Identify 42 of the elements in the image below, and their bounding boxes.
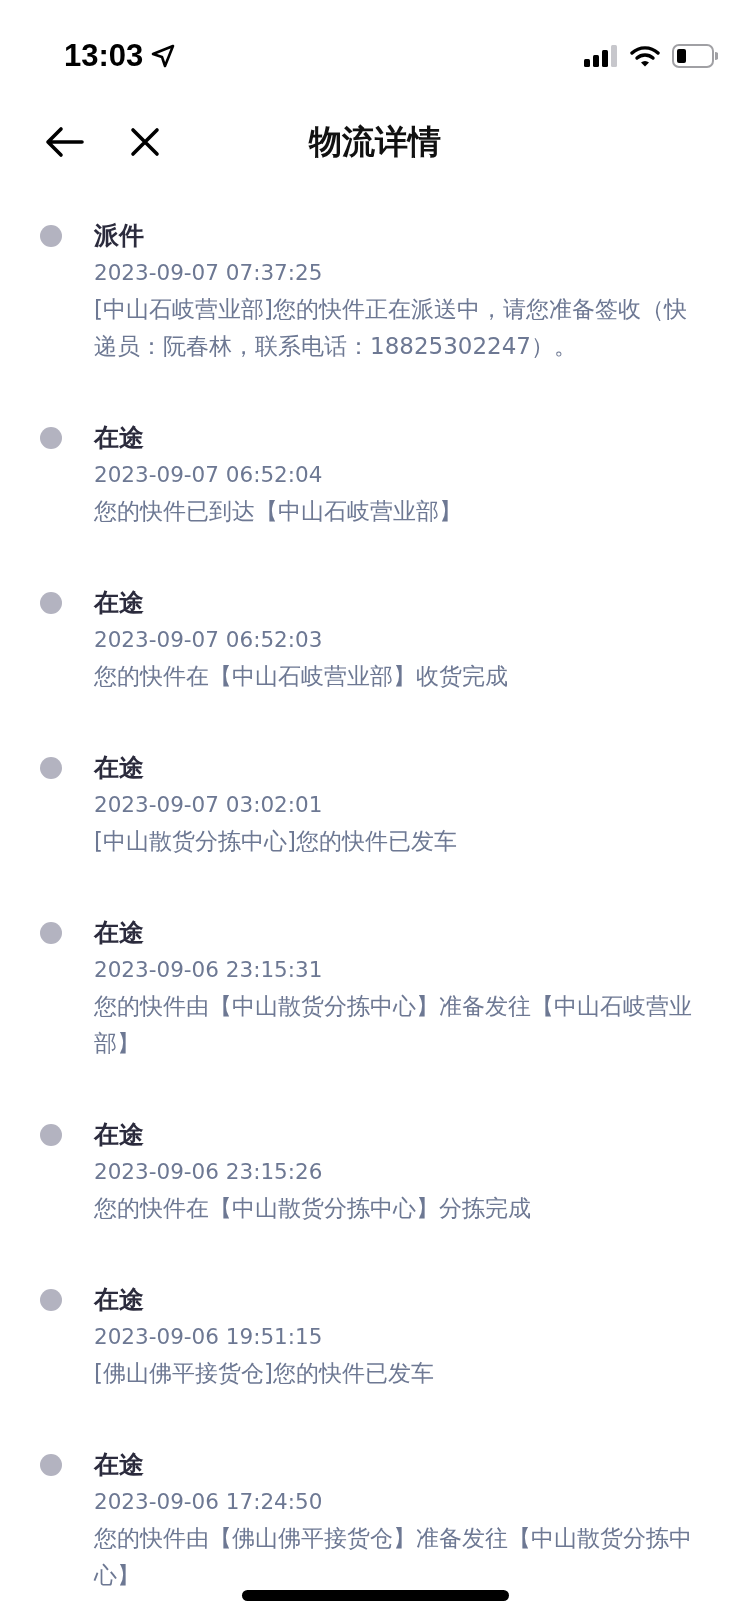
page-title: 物流详情 xyxy=(309,122,441,161)
event-detail: 您的快件在【中山散货分拣中心】分拣完成 xyxy=(94,1194,532,1223)
timeline-dot xyxy=(40,427,62,449)
status-time: 13:03 xyxy=(64,38,144,74)
event-time: 2023-09-07 03:02:01 xyxy=(94,791,324,819)
event-detail: 您的快件已到达【中山石岐营业部】 xyxy=(94,497,463,526)
close-icon xyxy=(130,127,160,157)
event-detail: 您的快件在【中山石岐营业部】收货完成 xyxy=(94,662,509,691)
back-button[interactable] xyxy=(44,126,84,158)
event-detail: 您的快件由【佛山佛平接货仓】准备发往【中山散货分拣中心】 xyxy=(94,1524,693,1590)
event-time: 2023-09-06 23:15:26 xyxy=(94,1158,324,1186)
event-time: 2023-09-06 19:51:15 xyxy=(94,1323,324,1351)
timeline-dot xyxy=(40,1454,62,1476)
timeline-dot xyxy=(40,1124,62,1146)
event-detail: [中山石岐营业部]您的快件正在派送中，请您准备签收（快递员：阮春林，联系电话：18825302247）。 xyxy=(94,295,688,361)
event-status: 在途 xyxy=(94,587,145,619)
location-arrow-icon xyxy=(151,44,176,68)
close-button[interactable] xyxy=(130,127,160,157)
wifi-icon xyxy=(630,45,660,67)
event-time: 2023-09-07 06:52:03 xyxy=(94,626,324,654)
timeline-dot xyxy=(40,592,62,614)
event-status: 在途 xyxy=(94,1284,145,1316)
event-detail: 您的快件由【中山散货分拣中心】准备发往【中山石岐营业部】 xyxy=(94,992,693,1058)
event-status: 在途 xyxy=(94,1449,145,1481)
signal-icon xyxy=(584,45,618,67)
event-status: 在途 xyxy=(94,1119,145,1151)
event-detail: [中山散货分拣中心]您的快件已发车 xyxy=(94,827,458,856)
timeline-dot xyxy=(40,757,62,779)
event-time: 2023-09-06 23:15:31 xyxy=(94,956,324,984)
timeline-dot xyxy=(40,922,62,944)
event-time: 2023-09-07 07:37:25 xyxy=(94,259,324,287)
event-time: 2023-09-07 06:52:04 xyxy=(94,461,324,489)
back-arrow-icon xyxy=(44,126,84,158)
event-status: 在途 xyxy=(94,917,145,949)
timeline-dot xyxy=(40,1289,62,1311)
event-detail: [佛山佛平接货仓]您的快件已发车 xyxy=(94,1359,435,1388)
event-status: 在途 xyxy=(94,422,145,454)
battery-icon xyxy=(672,44,718,68)
event-status: 派件 xyxy=(94,220,145,252)
timeline-dot xyxy=(40,225,62,247)
event-time: 2023-09-06 17:24:50 xyxy=(94,1488,324,1516)
event-status: 在途 xyxy=(94,752,145,784)
